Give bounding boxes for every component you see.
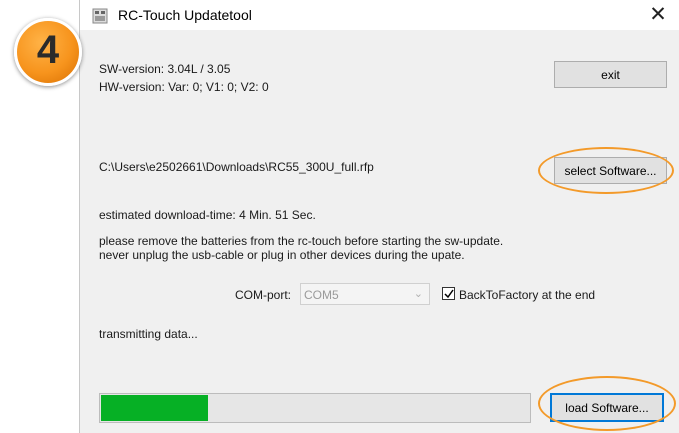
chevron-down-icon: ⌄ [413,288,423,300]
com-port-value: COM5 [304,288,339,302]
status-text: transmitting data... [99,327,198,341]
close-icon[interactable]: ✕ [645,2,671,28]
download-time-text: estimated download-time: 4 Min. 51 Sec. [99,208,316,222]
step-number: 4 [36,28,60,72]
com-port-select[interactable]: COM5 ⌄ [300,283,430,305]
app-icon [92,8,108,24]
checkmark-icon [444,289,454,299]
window-title: RC-Touch Updatetool [118,7,252,23]
select-software-button[interactable]: select Software... [554,157,667,184]
back-to-factory-label: BackToFactory at the end [459,288,596,302]
load-software-button[interactable]: load Software... [550,393,664,422]
com-port-label: COM-port: [235,288,292,302]
updatetool-window: RC-Touch Updatetool ✕ SW-version: 3.04L … [79,0,679,433]
warning-batteries-text: please remove the batteries from the rc-… [99,234,504,248]
back-to-factory-checkbox[interactable] [442,287,455,300]
step-number-badge: 4 [14,18,82,86]
sw-version-text: SW-version: 3.04L / 3.05 [99,62,231,76]
title-bar: RC-Touch Updatetool ✕ [80,0,679,30]
progress-bar [99,393,531,423]
warning-usb-text: never unplug the usb-cable or plug in ot… [99,248,465,262]
hw-version-text: HW-version: Var: 0; V1: 0; V2: 0 [99,80,269,94]
file-path-text: C:\Users\e2502661\Downloads\RC55_300U_fu… [99,160,374,174]
progress-fill [101,395,208,421]
exit-button[interactable]: exit [554,61,667,88]
